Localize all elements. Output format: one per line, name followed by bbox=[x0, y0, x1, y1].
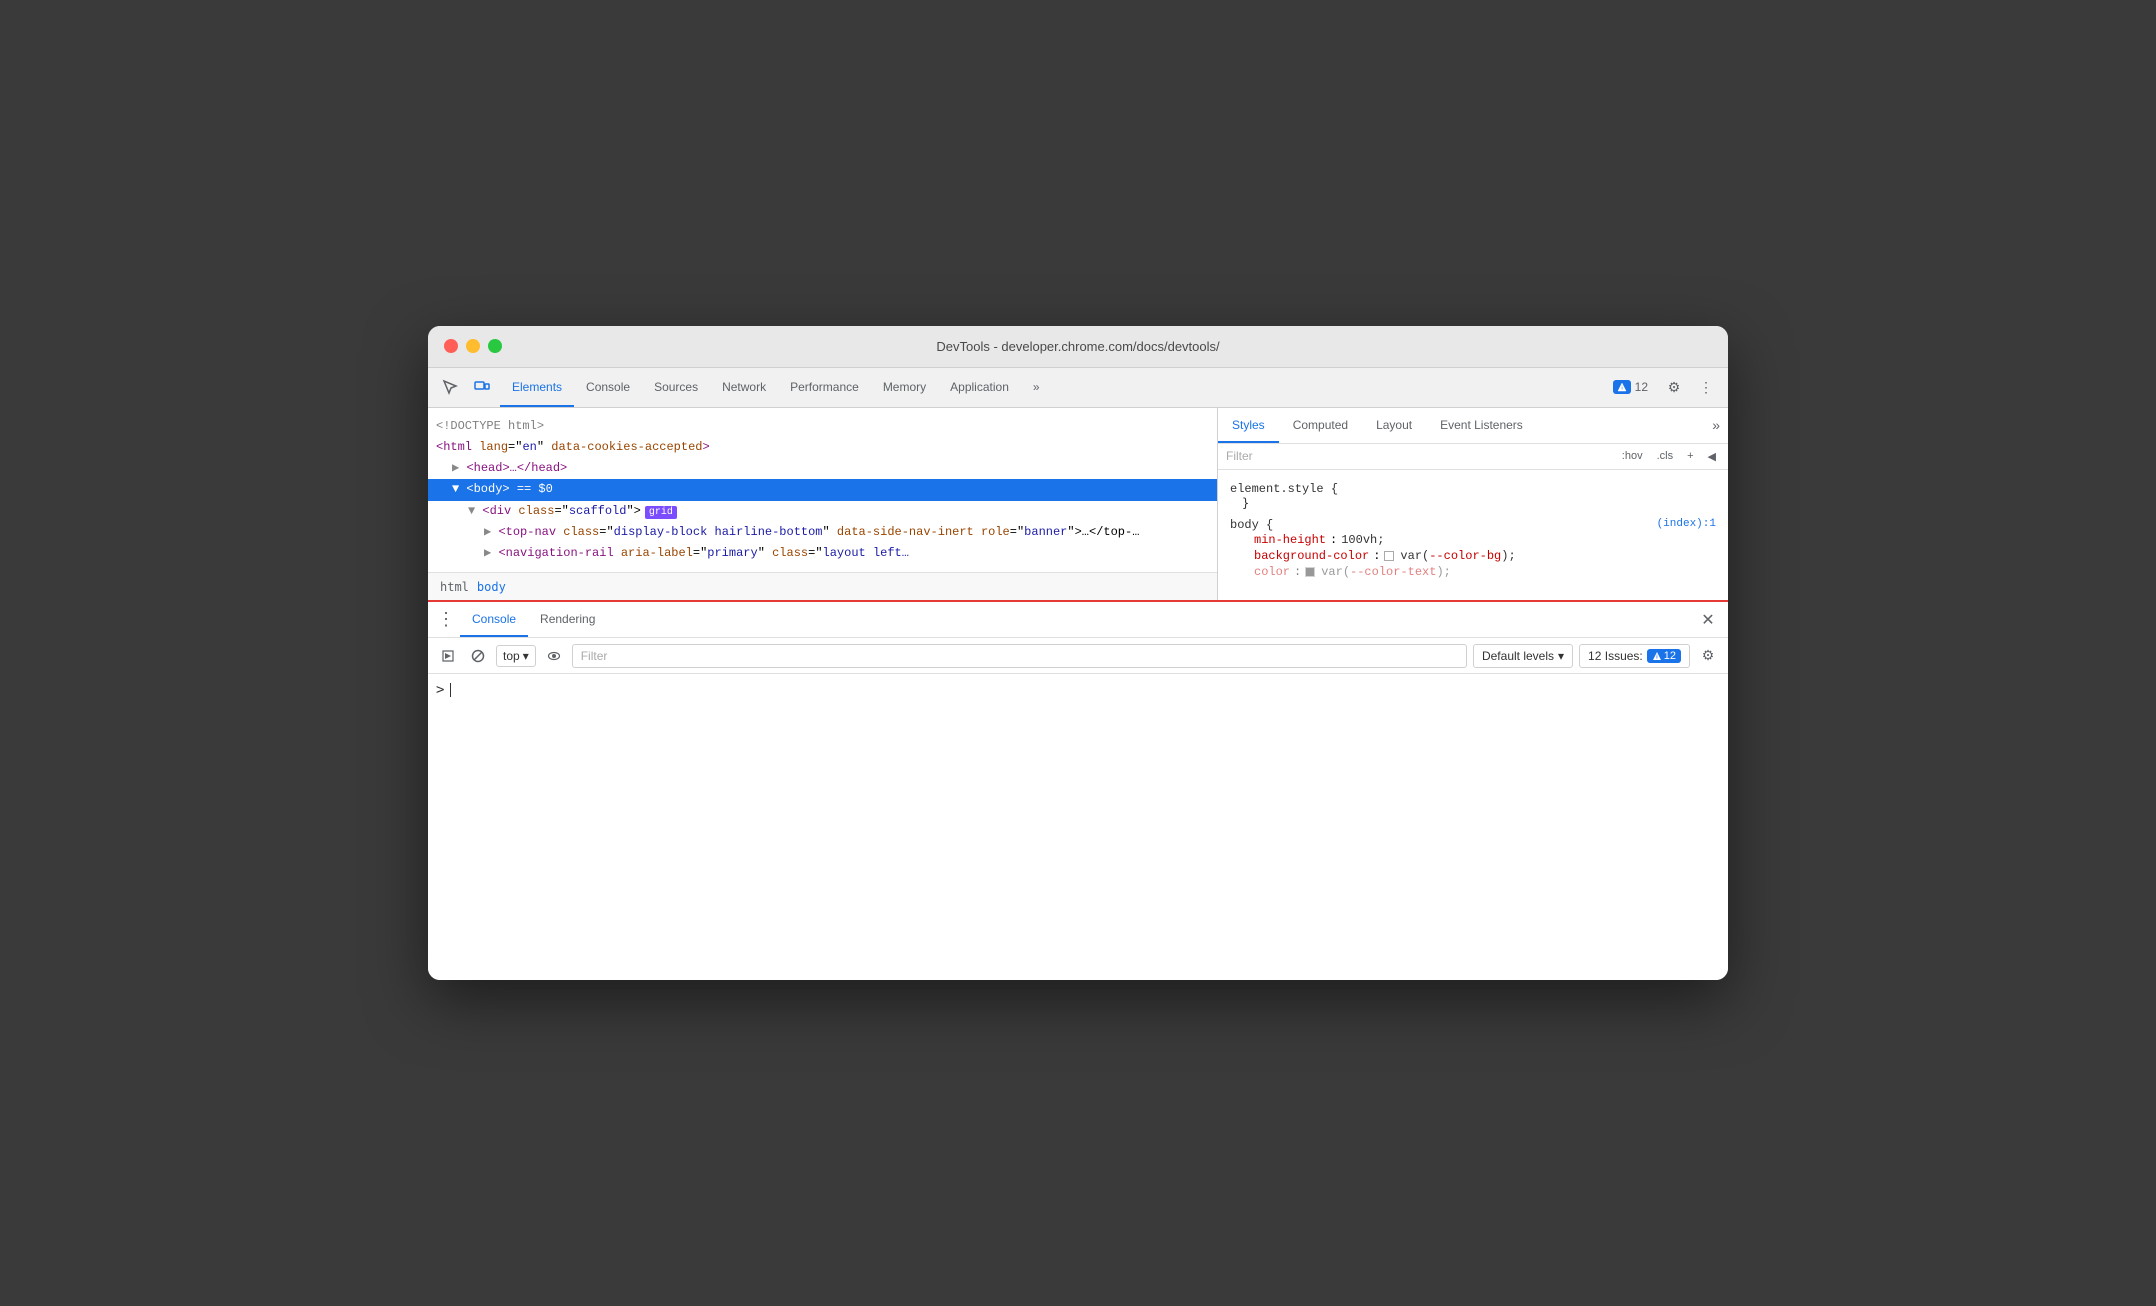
toolbar-right: i 12 ⚙ ⋮ bbox=[1605, 373, 1720, 401]
console-drawer: ⋮ Console Rendering ✕ bbox=[428, 600, 1728, 980]
main-tabs: Elements Console Sources Network Perform… bbox=[500, 368, 1601, 407]
prompt-arrow-icon: > bbox=[436, 682, 444, 698]
ban-icon-button[interactable] bbox=[466, 644, 490, 668]
prompt-cursor bbox=[450, 683, 451, 697]
style-prop-min-height: min-height: 100vh; bbox=[1230, 532, 1716, 548]
tab-styles[interactable]: Styles bbox=[1218, 409, 1279, 443]
console-issues-count: 12 bbox=[1664, 650, 1676, 662]
tree-line-top-nav[interactable]: ▶ <top-nav class="display-block hairline… bbox=[428, 522, 1148, 543]
issues-count: 12 bbox=[1635, 380, 1648, 394]
tab-network[interactable]: Network bbox=[710, 369, 778, 407]
default-levels-chevron-icon: ▾ bbox=[1558, 649, 1564, 663]
device-toolbar-icon-button[interactable] bbox=[468, 373, 496, 401]
toggle-sidebar-btn[interactable]: ◀ bbox=[1704, 448, 1720, 465]
bg-color-swatch[interactable] bbox=[1384, 551, 1394, 561]
console-issues-button[interactable]: 12 Issues: i 12 bbox=[1579, 644, 1690, 668]
drawer-tab-console[interactable]: Console bbox=[460, 603, 528, 637]
styles-content: element.style { } body { (index):1 min-h… bbox=[1218, 470, 1728, 600]
filter-actions: :hov .cls + ◀ bbox=[1618, 448, 1720, 465]
rule-selector-element[interactable]: element.style { bbox=[1230, 482, 1338, 496]
tree-line-nav-rail[interactable]: ▶ <navigation-rail aria-label="primary" … bbox=[428, 543, 1148, 564]
styles-tabs: Styles Computed Layout Event Listeners » bbox=[1218, 408, 1728, 444]
tree-line-html[interactable]: <html lang="en" data-cookies-accepted> bbox=[428, 437, 1217, 458]
console-issues-label: 12 Issues: bbox=[1588, 649, 1643, 663]
devtools-window: DevTools - developer.chrome.com/docs/dev… bbox=[428, 326, 1728, 980]
breadcrumb-bar: html body bbox=[428, 572, 1217, 600]
style-prop-color: color: var(--color-text); bbox=[1230, 564, 1716, 580]
drawer-tabs: Console Rendering bbox=[460, 602, 607, 637]
svg-text:i: i bbox=[1621, 386, 1622, 392]
style-rule-body: body { (index):1 min-height: 100vh; back… bbox=[1218, 514, 1728, 584]
clear-console-icon-button[interactable] bbox=[436, 644, 460, 668]
tree-line-body[interactable]: ▼ <body> == $0 bbox=[428, 479, 1217, 500]
html-tree: <!DOCTYPE html> <html lang="en" data-coo… bbox=[428, 408, 1217, 572]
context-label: top bbox=[503, 649, 520, 663]
console-settings-icon-button[interactable]: ⚙ bbox=[1696, 644, 1720, 668]
minimize-button[interactable] bbox=[466, 339, 480, 353]
context-chevron-icon: ▾ bbox=[523, 649, 529, 663]
drawer-toolbar: ⋮ Console Rendering ✕ bbox=[428, 602, 1728, 638]
settings-icon-button[interactable]: ⚙ bbox=[1660, 373, 1688, 401]
tab-elements[interactable]: Elements bbox=[500, 369, 574, 407]
context-selector[interactable]: top ▾ bbox=[496, 645, 536, 667]
console-prompt: > bbox=[436, 682, 1720, 698]
issues-badge-button[interactable]: i 12 bbox=[1605, 377, 1656, 397]
default-levels-button[interactable]: Default levels ▾ bbox=[1473, 644, 1573, 668]
traffic-lights bbox=[444, 339, 502, 353]
style-prop-background-color: background-color: var(--color-bg); bbox=[1230, 548, 1716, 564]
breadcrumb-body[interactable]: body bbox=[473, 578, 510, 596]
tree-line-doctype: <!DOCTYPE html> bbox=[428, 416, 1217, 437]
drawer-close-button[interactable]: ✕ bbox=[1696, 608, 1720, 632]
grid-badge[interactable]: grid bbox=[645, 506, 677, 519]
tree-line-div-scaffold[interactable]: ▼ <div class="scaffold">grid bbox=[428, 501, 1217, 522]
titlebar: DevTools - developer.chrome.com/docs/dev… bbox=[428, 326, 1728, 368]
window-title: DevTools - developer.chrome.com/docs/dev… bbox=[936, 339, 1219, 354]
drawer-menu-icon[interactable]: ⋮ bbox=[436, 610, 456, 630]
console-filter-input[interactable] bbox=[572, 644, 1467, 668]
cls-btn[interactable]: .cls bbox=[1653, 448, 1678, 464]
tab-computed[interactable]: Computed bbox=[1279, 409, 1362, 443]
more-options-icon-button[interactable]: ⋮ bbox=[1692, 373, 1720, 401]
tab-more[interactable]: » bbox=[1021, 369, 1052, 407]
hover-state-btn[interactable]: :hov bbox=[1618, 448, 1647, 464]
cursor-icon-button[interactable] bbox=[436, 373, 464, 401]
console-content[interactable]: > bbox=[428, 674, 1728, 980]
tab-memory[interactable]: Memory bbox=[871, 369, 938, 407]
drawer-tab-rendering[interactable]: Rendering bbox=[528, 603, 607, 637]
maximize-button[interactable] bbox=[488, 339, 502, 353]
text-color-swatch[interactable] bbox=[1305, 567, 1315, 577]
issues-icon: i bbox=[1613, 380, 1631, 394]
devtools-main: <!DOCTYPE html> <html lang="en" data-coo… bbox=[428, 408, 1728, 600]
styles-tabs-more[interactable]: » bbox=[1704, 417, 1728, 433]
tab-sources[interactable]: Sources bbox=[642, 369, 710, 407]
tab-console[interactable]: Console bbox=[574, 369, 642, 407]
breadcrumb-html[interactable]: html bbox=[436, 578, 473, 596]
tab-layout[interactable]: Layout bbox=[1362, 409, 1426, 443]
elements-panel: <!DOCTYPE html> <html lang="en" data-coo… bbox=[428, 408, 1218, 600]
devtools-toolbar: Elements Console Sources Network Perform… bbox=[428, 368, 1728, 408]
styles-filter-input[interactable] bbox=[1226, 449, 1610, 463]
add-style-btn[interactable]: + bbox=[1683, 448, 1697, 464]
tab-application[interactable]: Application bbox=[938, 369, 1021, 407]
styles-filter-bar: :hov .cls + ◀ bbox=[1218, 444, 1728, 470]
console-issues-badge: i 12 bbox=[1647, 649, 1681, 663]
console-toolbar: top ▾ Default levels ▾ 12 Issues: i 12 bbox=[428, 638, 1728, 674]
rule-selector-body[interactable]: body { bbox=[1230, 518, 1273, 532]
tab-event-listeners[interactable]: Event Listeners bbox=[1426, 409, 1537, 443]
style-rule-element: element.style { } bbox=[1218, 478, 1728, 514]
default-levels-label: Default levels bbox=[1482, 649, 1554, 663]
close-button[interactable] bbox=[444, 339, 458, 353]
hide-network-icon-button[interactable] bbox=[542, 644, 566, 668]
tree-line-head[interactable]: ▶ <head>…</head> bbox=[428, 458, 1217, 479]
tab-performance[interactable]: Performance bbox=[778, 369, 871, 407]
rule-origin[interactable]: (index):1 bbox=[1657, 518, 1716, 532]
styles-panel: Styles Computed Layout Event Listeners »… bbox=[1218, 408, 1728, 600]
